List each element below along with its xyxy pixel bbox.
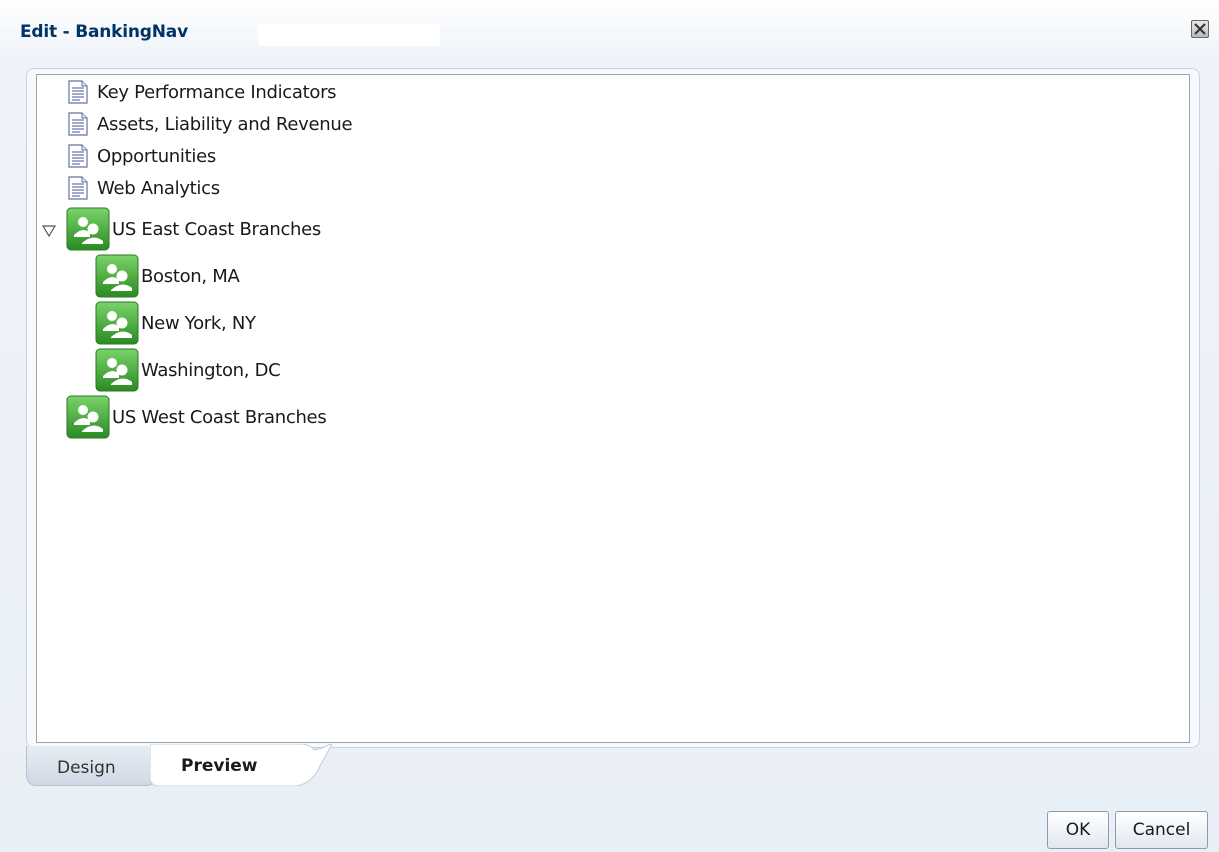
ok-button[interactable]: OK bbox=[1047, 811, 1109, 849]
collapse-triangle-icon[interactable] bbox=[41, 223, 57, 239]
tree-item-web-analytics[interactable]: Web Analytics bbox=[67, 175, 220, 201]
tree-item-assets[interactable]: Assets, Liability and Revenue bbox=[67, 111, 353, 137]
close-icon bbox=[1194, 23, 1206, 35]
document-icon bbox=[67, 112, 89, 136]
group-icon bbox=[66, 207, 110, 251]
tree-item-label: Opportunities bbox=[97, 145, 216, 167]
dialog-title: Edit - BankingNav bbox=[20, 22, 188, 42]
tree-item-label: Boston, MA bbox=[141, 265, 240, 287]
group-icon bbox=[95, 254, 139, 298]
close-button[interactable] bbox=[1191, 20, 1209, 38]
tree-item-us-east[interactable]: US East Coast Branches bbox=[66, 206, 321, 252]
edit-dialog: Edit - BankingNav Key Performance Indica… bbox=[0, 0, 1219, 852]
document-icon bbox=[67, 80, 89, 104]
navigation-tree: Key Performance Indicators Assets, Liabi… bbox=[36, 74, 1190, 743]
tree-item-label: US East Coast Branches bbox=[112, 218, 321, 240]
group-icon bbox=[95, 301, 139, 345]
tree-item-boston[interactable]: Boston, MA bbox=[95, 253, 240, 299]
group-icon bbox=[66, 395, 110, 439]
tree-item-kpi[interactable]: Key Performance Indicators bbox=[67, 79, 337, 105]
dialog-titlebar: Edit - BankingNav bbox=[0, 0, 1219, 60]
group-icon bbox=[95, 348, 139, 392]
tab-preview[interactable]: Preview bbox=[150, 744, 332, 786]
tree-item-label: Key Performance Indicators bbox=[97, 81, 337, 103]
cancel-button[interactable]: Cancel bbox=[1115, 811, 1208, 849]
tree-item-label: Assets, Liability and Revenue bbox=[97, 113, 353, 135]
tree-item-label: Web Analytics bbox=[97, 177, 220, 199]
tree-item-label: Washington, DC bbox=[141, 359, 281, 381]
tab-design-label: Design bbox=[57, 758, 116, 778]
tree-item-label: New York, NY bbox=[141, 312, 256, 334]
tab-preview-label: Preview bbox=[181, 756, 258, 776]
tab-design[interactable]: Design bbox=[26, 746, 154, 786]
tree-item-label: US West Coast Branches bbox=[112, 406, 327, 428]
tree-item-washington[interactable]: Washington, DC bbox=[95, 347, 281, 393]
tree-item-new-york[interactable]: New York, NY bbox=[95, 300, 256, 346]
document-icon bbox=[67, 176, 89, 200]
tree-item-us-west[interactable]: US West Coast Branches bbox=[66, 394, 327, 440]
document-icon bbox=[67, 144, 89, 168]
view-tabs: Design Preview bbox=[26, 744, 426, 788]
tree-item-opportunities[interactable]: Opportunities bbox=[67, 143, 216, 169]
title-highlight-strip bbox=[258, 24, 440, 46]
